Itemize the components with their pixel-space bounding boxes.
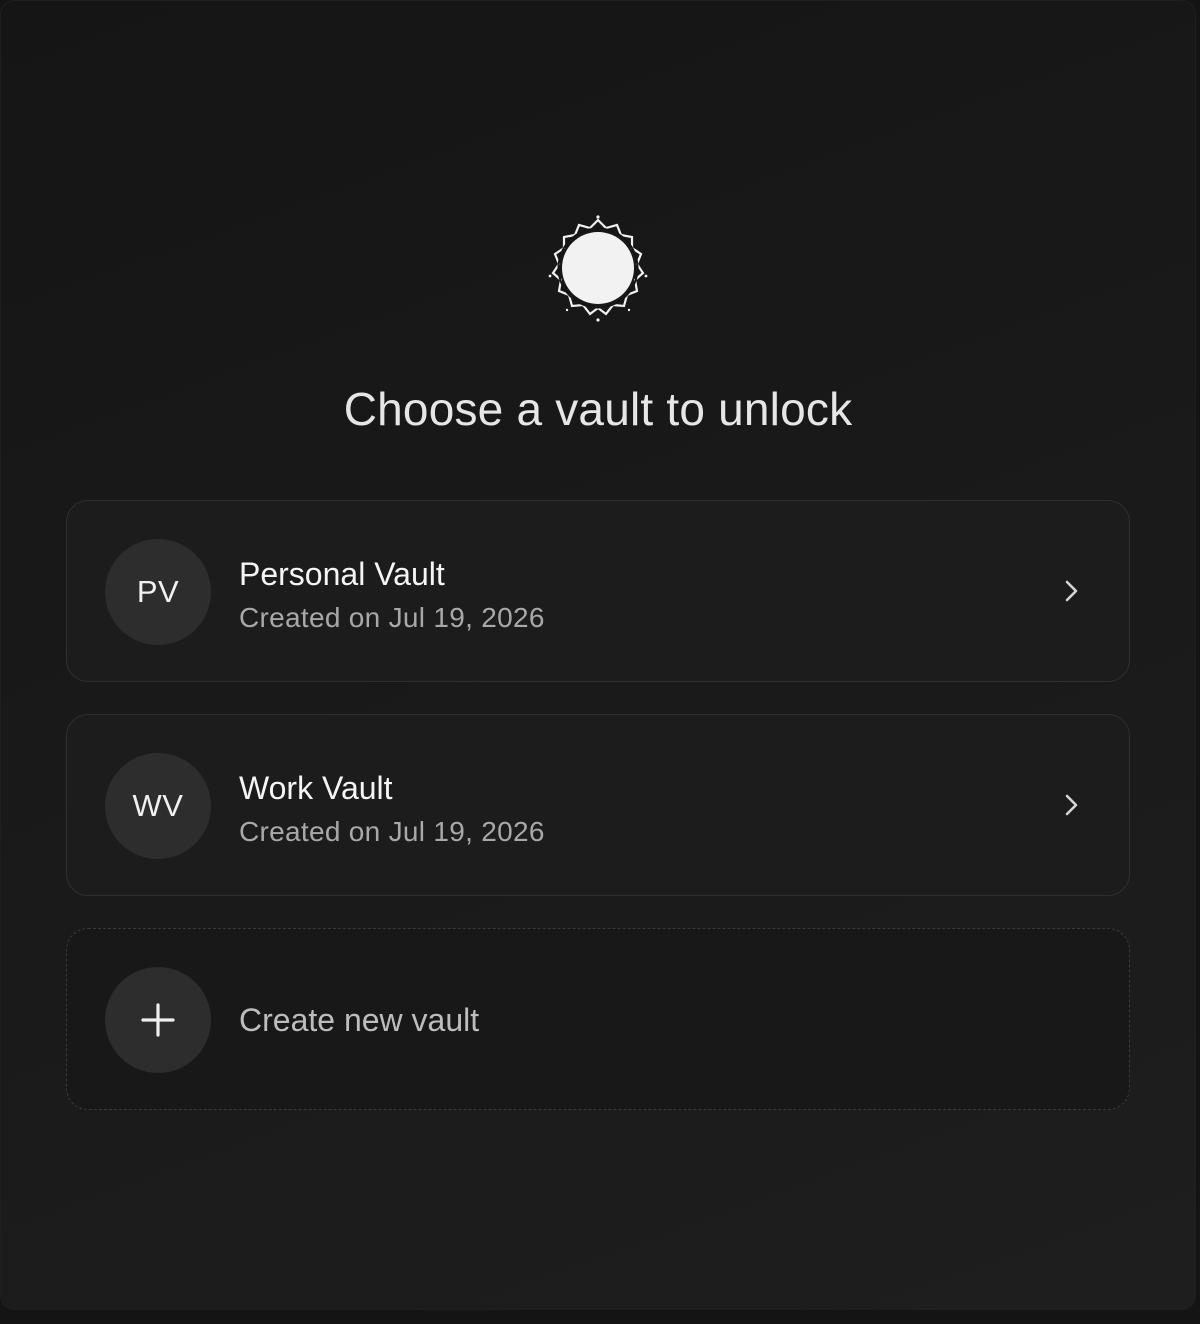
page-title: Choose a vault to unlock [343,383,853,435]
vault-card-work[interactable]: WV Work Vault Created on Jul 19, 2026 [66,714,1130,896]
plus-icon-circle [105,967,211,1073]
vault-list: PV Personal Vault Created on Jul 19, 202… [66,500,1130,1142]
create-vault-label: Create new vault [239,1002,480,1038]
vault-card-personal[interactable]: PV Personal Vault Created on Jul 19, 202… [66,500,1130,682]
vault-created-date: Created on Jul 19, 2026 [239,816,545,847]
vault-info: Personal Vault Created on Jul 19, 2026 [239,555,545,635]
vault-avatar: PV [105,539,211,645]
chevron-right-icon [1065,794,1078,816]
create-vault-button[interactable]: Create new vault [66,928,1130,1110]
vault-info: Work Vault Created on Jul 19, 2026 [239,769,545,849]
chevron-right-icon [1065,580,1078,602]
vault-seal-icon [548,215,648,322]
vault-picker-window: Choose a vault to unlock PV Personal Vau… [0,0,1196,1310]
vault-avatar: WV [105,753,211,859]
vault-created-date: Created on Jul 19, 2026 [239,602,545,633]
vault-name: Work Vault [239,770,393,806]
vault-name: Personal Vault [239,556,445,592]
plus-icon [141,1003,175,1037]
